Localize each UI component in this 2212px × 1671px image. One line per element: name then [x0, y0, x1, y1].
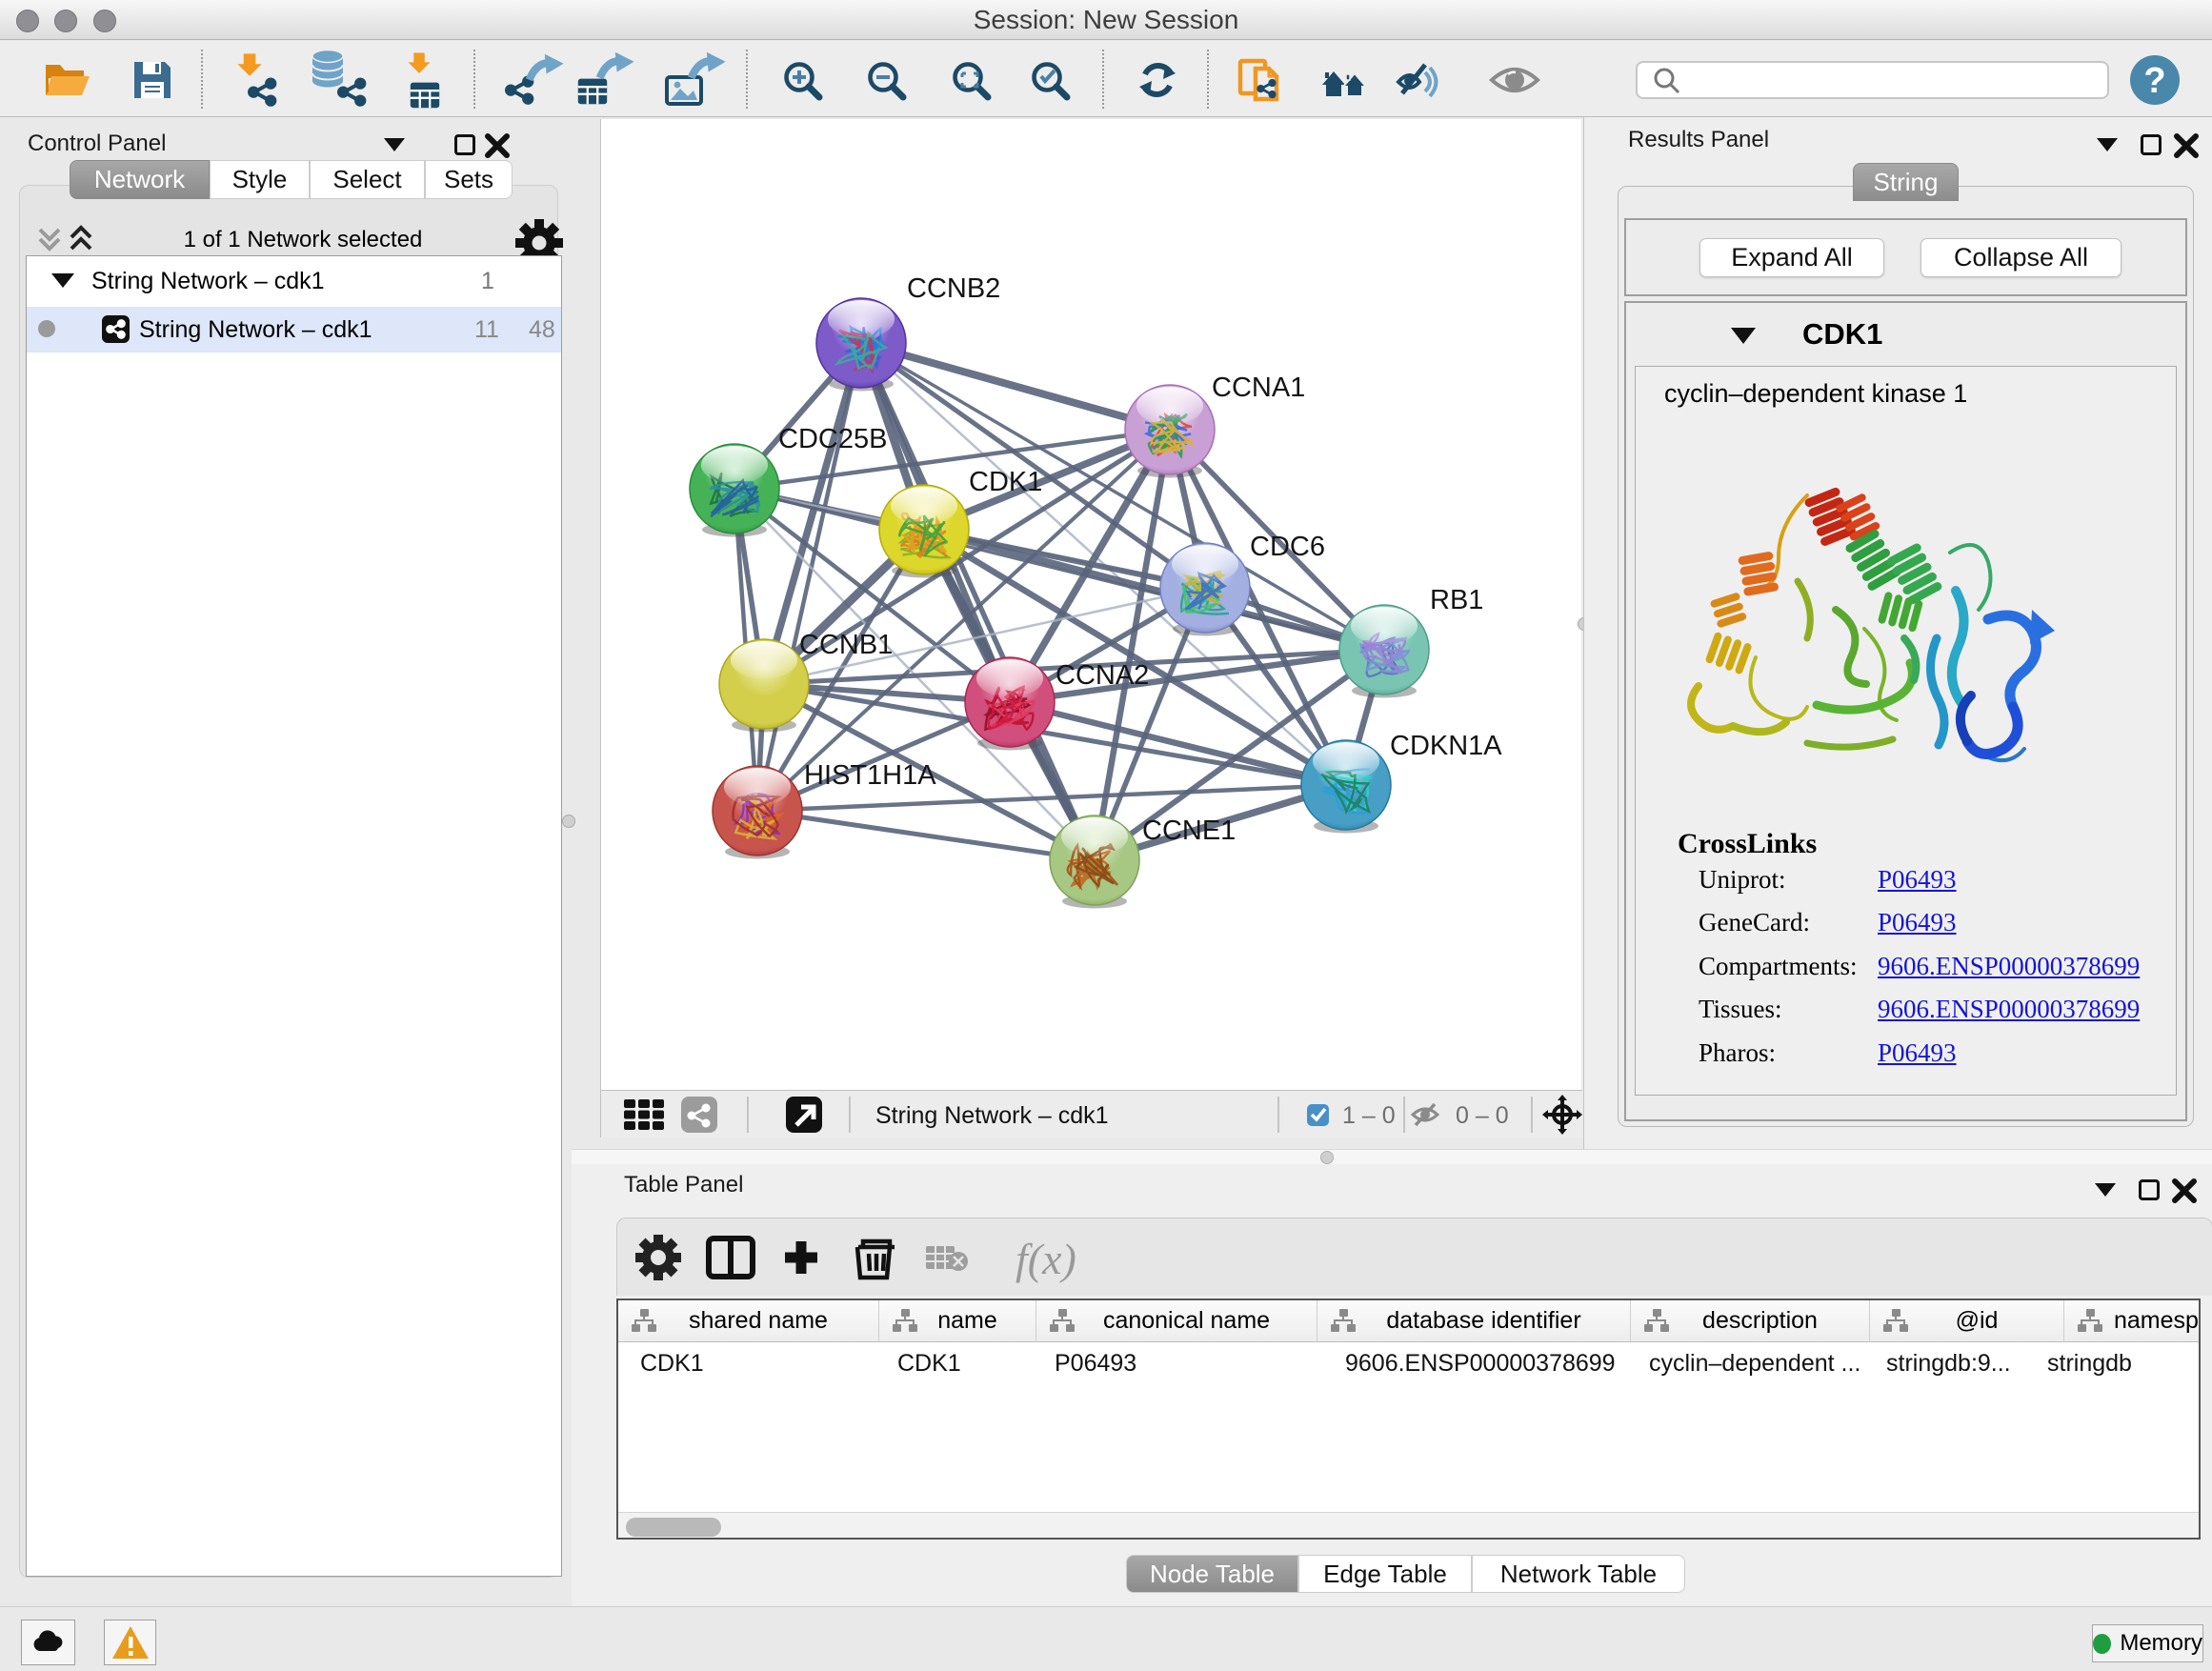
svg-text:?: ? [2143, 61, 2165, 101]
svg-text:CCNB1: CCNB1 [799, 630, 893, 660]
svg-text:CDC6: CDC6 [1250, 532, 1325, 562]
svg-text:String Network – cdk1: String Network – cdk1 [875, 1102, 1109, 1129]
svg-text:CDKN1A: CDKN1A [1390, 731, 1502, 761]
svg-text:f(x): f(x) [1016, 1235, 1076, 1283]
svg-text:0 – 0: 0 – 0 [1456, 1102, 1509, 1129]
svg-text:CCNE1: CCNE1 [1142, 815, 1236, 846]
svg-text:CCNA1: CCNA1 [1212, 372, 1305, 403]
svg-text:CCNB2: CCNB2 [907, 273, 1000, 304]
svg-text:CDK1: CDK1 [969, 467, 1042, 497]
svg-text:CDC25B: CDC25B [778, 424, 887, 454]
svg-text:1 – 0: 1 – 0 [1342, 1102, 1396, 1129]
svg-text:HIST1H1A: HIST1H1A [804, 760, 936, 791]
svg-text:RB1: RB1 [1430, 585, 1483, 615]
svg-text:CCNA2: CCNA2 [1056, 660, 1149, 691]
